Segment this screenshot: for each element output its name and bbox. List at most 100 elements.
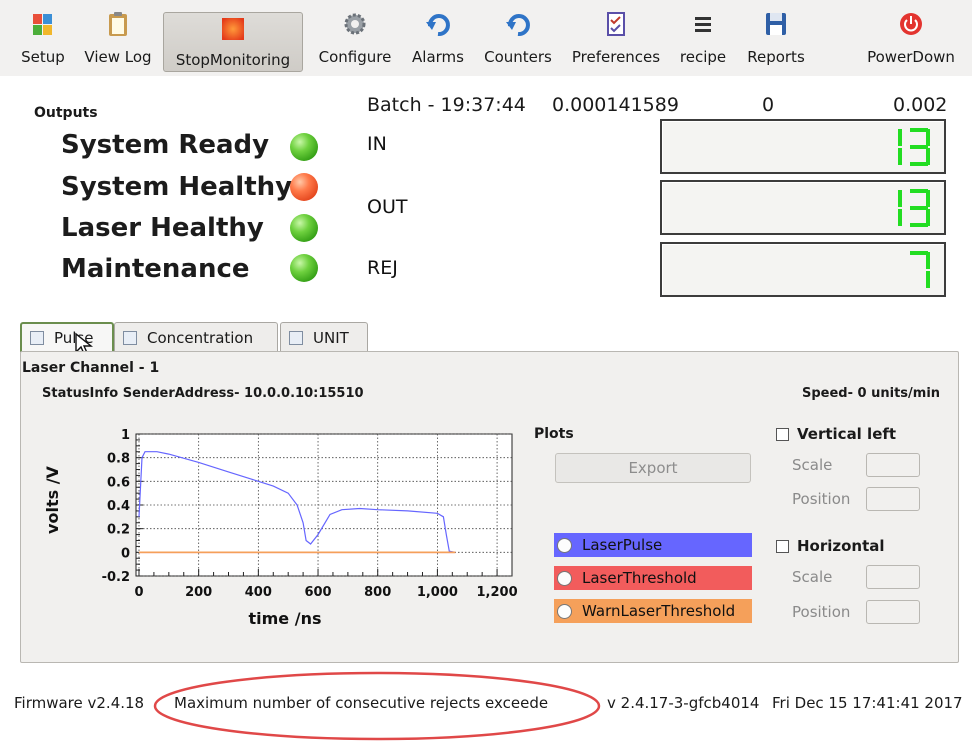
chart-icon — [123, 330, 137, 345]
recipe-label: recipe — [679, 48, 727, 66]
reports-label: Reports — [747, 48, 805, 66]
system-healthy-label: System Healthy — [61, 172, 293, 202]
alarms-button[interactable]: Alarms — [404, 8, 472, 72]
in-label: IN — [367, 133, 387, 155]
warn-laser-threshold-radio[interactable] — [557, 603, 572, 619]
view-log-label: View Log — [84, 48, 152, 66]
rej-counter-digits — [910, 251, 930, 288]
x-tick-label: 1,200 — [477, 585, 518, 600]
setup-icon — [33, 14, 52, 35]
vertical-position-label: Position — [792, 490, 851, 508]
horizontal-scale-input[interactable] — [866, 565, 920, 589]
chart-icon — [289, 330, 303, 345]
laser-healthy-indicator — [290, 214, 318, 242]
tab-unit[interactable]: UNIT — [280, 322, 368, 352]
horizontal-label: Horizontal — [797, 537, 885, 555]
checklist-icon — [607, 12, 625, 36]
x-tick-label: 200 — [185, 585, 212, 600]
y-tick-label: 0 — [121, 546, 130, 561]
batch-value-1: 0.000141589 — [552, 94, 679, 116]
powerdown-label: PowerDown — [867, 48, 955, 66]
tab-concentration[interactable]: Concentration — [114, 322, 278, 352]
chart-grid — [135, 433, 513, 577]
system-ready-indicator — [290, 133, 318, 161]
tab-pulse[interactable]: Pulse — [20, 322, 114, 352]
y-tick-label: 0.6 — [107, 475, 130, 490]
highlight-ellipse — [153, 671, 601, 741]
horizontal-position-label: Position — [792, 603, 851, 621]
stop-icon — [222, 18, 244, 40]
power-icon — [900, 13, 922, 35]
alarms-label: Alarms — [412, 48, 464, 66]
y-tick-label: 0.8 — [107, 452, 130, 467]
warn-laser-threshold-label: WarnLaserThreshold — [582, 602, 736, 620]
legend-warn-laser-threshold[interactable]: WarnLaserThreshold — [554, 599, 752, 623]
legend-laser-threshold[interactable]: LaserThreshold — [554, 566, 752, 590]
horizontal-position-input[interactable] — [866, 600, 920, 624]
firmware-version: Firmware v2.4.18 — [14, 694, 145, 712]
rej-counter-display: 7 — [660, 242, 946, 297]
in-counter-digits — [898, 128, 930, 166]
laser-threshold-radio[interactable] — [557, 570, 572, 586]
batch-value-3: 0.002 — [893, 94, 948, 116]
vertical-position-input[interactable] — [866, 487, 920, 511]
configure-button[interactable]: Configure — [310, 8, 400, 72]
rej-label: REJ — [367, 257, 398, 279]
home-icon — [30, 331, 44, 345]
tab-concentration-label: Concentration — [147, 328, 254, 347]
recipe-button[interactable]: recipe — [674, 8, 732, 72]
undo-arrow-icon — [506, 14, 530, 37]
y-tick-label: 0.2 — [107, 523, 130, 538]
vertical-scale-input[interactable] — [866, 453, 920, 477]
y-axis-label: volts /V — [43, 465, 62, 533]
stop-monitoring-button[interactable]: StopMonitoring — [163, 12, 303, 72]
batch-value-2: 0 — [762, 94, 775, 116]
x-tick-label: 0 — [134, 585, 143, 600]
legend-laser-pulse[interactable]: LaserPulse — [554, 533, 752, 557]
powerdown-button[interactable]: PowerDown — [856, 8, 966, 72]
maintenance-indicator — [290, 254, 318, 282]
view-log-button[interactable]: View Log — [78, 8, 158, 72]
preferences-label: Preferences — [571, 48, 661, 66]
x-tick-label: 400 — [245, 585, 272, 600]
floppy-disk-icon — [766, 13, 786, 35]
x-axis-label: time /ns — [249, 609, 322, 628]
laser-pulse-label: LaserPulse — [582, 536, 663, 554]
x-tick-label: 600 — [304, 585, 331, 600]
system-healthy-indicator — [290, 173, 318, 201]
software-version: v 2.4.17-3-gfcb4014 — [607, 694, 760, 712]
counters-button[interactable]: Counters — [476, 8, 560, 72]
clipboard-icon — [109, 12, 127, 36]
laser-pulse-radio[interactable] — [557, 537, 572, 553]
vertical-left-checkbox[interactable] — [776, 428, 789, 441]
status-datetime: Fri Dec 15 17:41:41 2017 — [772, 694, 963, 712]
horizontal-checkbox[interactable] — [776, 540, 789, 553]
gear-icon — [344, 13, 366, 35]
speed-readout: Speed- 0 units/min — [802, 386, 941, 401]
pulse-chart: 0 200 400 600 800 1,000 1,200 -0.2 0 0.2 0.4 0.6 0.8… — [43, 428, 518, 628]
laser-healthy-label: Laser Healthy — [61, 213, 264, 243]
out-label: OUT — [367, 196, 408, 218]
system-ready-label: System Ready — [61, 130, 270, 160]
vertical-left-label: Vertical left — [797, 425, 897, 443]
stop-monitoring-label: StopMonitoring — [175, 51, 291, 69]
outputs-title: Outputs — [34, 105, 98, 121]
out-counter-display: 13 — [660, 180, 946, 235]
y-tick-label: -0.2 — [102, 570, 130, 585]
horizontal-scale-label: Scale — [792, 568, 833, 586]
undo-arrow-icon — [426, 14, 450, 37]
laser-channel-title: Laser Channel - 1 — [22, 360, 160, 376]
out-counter-digits — [898, 189, 930, 227]
counters-label: Counters — [484, 48, 552, 66]
setup-label: Setup — [21, 48, 65, 66]
maintenance-label: Maintenance — [61, 254, 250, 284]
y-tick-label: 0.4 — [107, 499, 130, 514]
setup-button[interactable]: Setup — [14, 8, 72, 72]
batch-label: Batch - 19:37:44 — [367, 94, 526, 116]
y-tick-label: 1 — [121, 428, 130, 443]
export-button[interactable]: Export — [555, 453, 751, 483]
preferences-button[interactable]: Preferences — [563, 8, 669, 72]
plots-label: Plots — [534, 426, 574, 442]
laser-threshold-label: LaserThreshold — [582, 569, 697, 587]
reports-button[interactable]: Reports — [738, 8, 814, 72]
